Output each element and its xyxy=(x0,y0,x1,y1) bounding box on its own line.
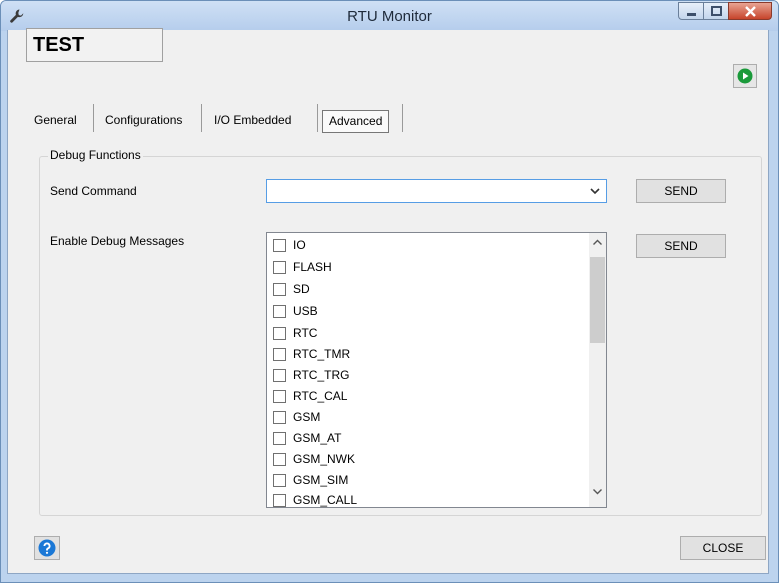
group-title: Debug Functions xyxy=(48,148,143,162)
list-item-label: GSM_SIM xyxy=(293,473,349,487)
checkbox[interactable] xyxy=(273,305,286,318)
chevron-up-icon[interactable] xyxy=(593,239,602,245)
caption-buttons xyxy=(678,2,772,20)
run-button[interactable] xyxy=(733,64,757,88)
checkbox[interactable] xyxy=(273,239,286,252)
list-item-label: IO xyxy=(293,238,306,252)
checkbox[interactable] xyxy=(273,474,286,487)
tab-separator xyxy=(201,104,202,132)
play-icon xyxy=(737,68,753,84)
list-item-label: RTC_TRG xyxy=(293,368,350,382)
tab-general[interactable]: General xyxy=(34,108,77,133)
list-item-label: USB xyxy=(293,304,318,318)
maximize-button[interactable] xyxy=(703,2,729,20)
tab-configurations[interactable]: Configurations xyxy=(105,108,182,133)
list-item-label: RTC xyxy=(293,326,318,340)
send-command-combo[interactable] xyxy=(266,179,607,203)
list-item-label: FLASH xyxy=(293,260,332,274)
help-button[interactable] xyxy=(34,536,60,560)
checkbox[interactable] xyxy=(273,494,286,507)
enable-debug-label: Enable Debug Messages xyxy=(50,234,185,248)
checkbox[interactable] xyxy=(273,411,286,424)
list-item-label: GSM_AT xyxy=(293,431,342,445)
debug-messages-list[interactable]: IO FLASH SD USB RTC RTC_TMR RTC_TRG RTC_… xyxy=(266,232,607,508)
list-item-label: RTC_TMR xyxy=(293,347,351,361)
checkbox[interactable] xyxy=(273,283,286,296)
list-item-label: SD xyxy=(293,282,310,296)
list-item-label: GSM_NWK xyxy=(293,452,356,466)
list-item-label: GSM_CALL xyxy=(293,493,358,507)
checkbox[interactable] xyxy=(273,453,286,466)
list-item-label: GSM xyxy=(293,410,321,424)
window-title: RTU Monitor xyxy=(347,8,432,25)
list-item-label: RTC_CAL xyxy=(293,389,348,403)
help-icon xyxy=(38,539,56,557)
close-icon xyxy=(745,6,756,17)
tab-separator xyxy=(317,104,318,132)
device-name-box: TEST xyxy=(26,28,163,62)
vertical-scrollbar[interactable] xyxy=(589,233,606,507)
checkbox[interactable] xyxy=(273,261,286,274)
checkbox[interactable] xyxy=(273,390,286,403)
chevron-down-icon[interactable] xyxy=(590,186,600,196)
minimize-icon xyxy=(687,13,696,16)
close-window-button[interactable] xyxy=(728,2,772,20)
send-command-button[interactable]: SEND xyxy=(636,179,726,203)
tab-advanced[interactable]: Advanced xyxy=(322,110,390,133)
checkbox[interactable] xyxy=(273,348,286,361)
tab-io-embedded[interactable]: I/O Embedded xyxy=(214,108,291,133)
minimize-button[interactable] xyxy=(678,2,704,20)
tab-separator xyxy=(93,104,94,132)
checkbox[interactable] xyxy=(273,432,286,445)
maximize-icon xyxy=(711,6,722,16)
tab-separator xyxy=(402,104,403,132)
scrollbar-thumb[interactable] xyxy=(590,257,605,343)
send-debug-messages-button[interactable]: SEND xyxy=(636,234,726,258)
checkbox[interactable] xyxy=(273,369,286,382)
send-command-label: Send Command xyxy=(50,184,137,198)
title-bar[interactable]: RTU Monitor xyxy=(1,1,778,31)
checkbox[interactable] xyxy=(273,327,286,340)
close-button[interactable]: CLOSE xyxy=(680,536,766,560)
chevron-down-icon[interactable] xyxy=(593,489,602,495)
